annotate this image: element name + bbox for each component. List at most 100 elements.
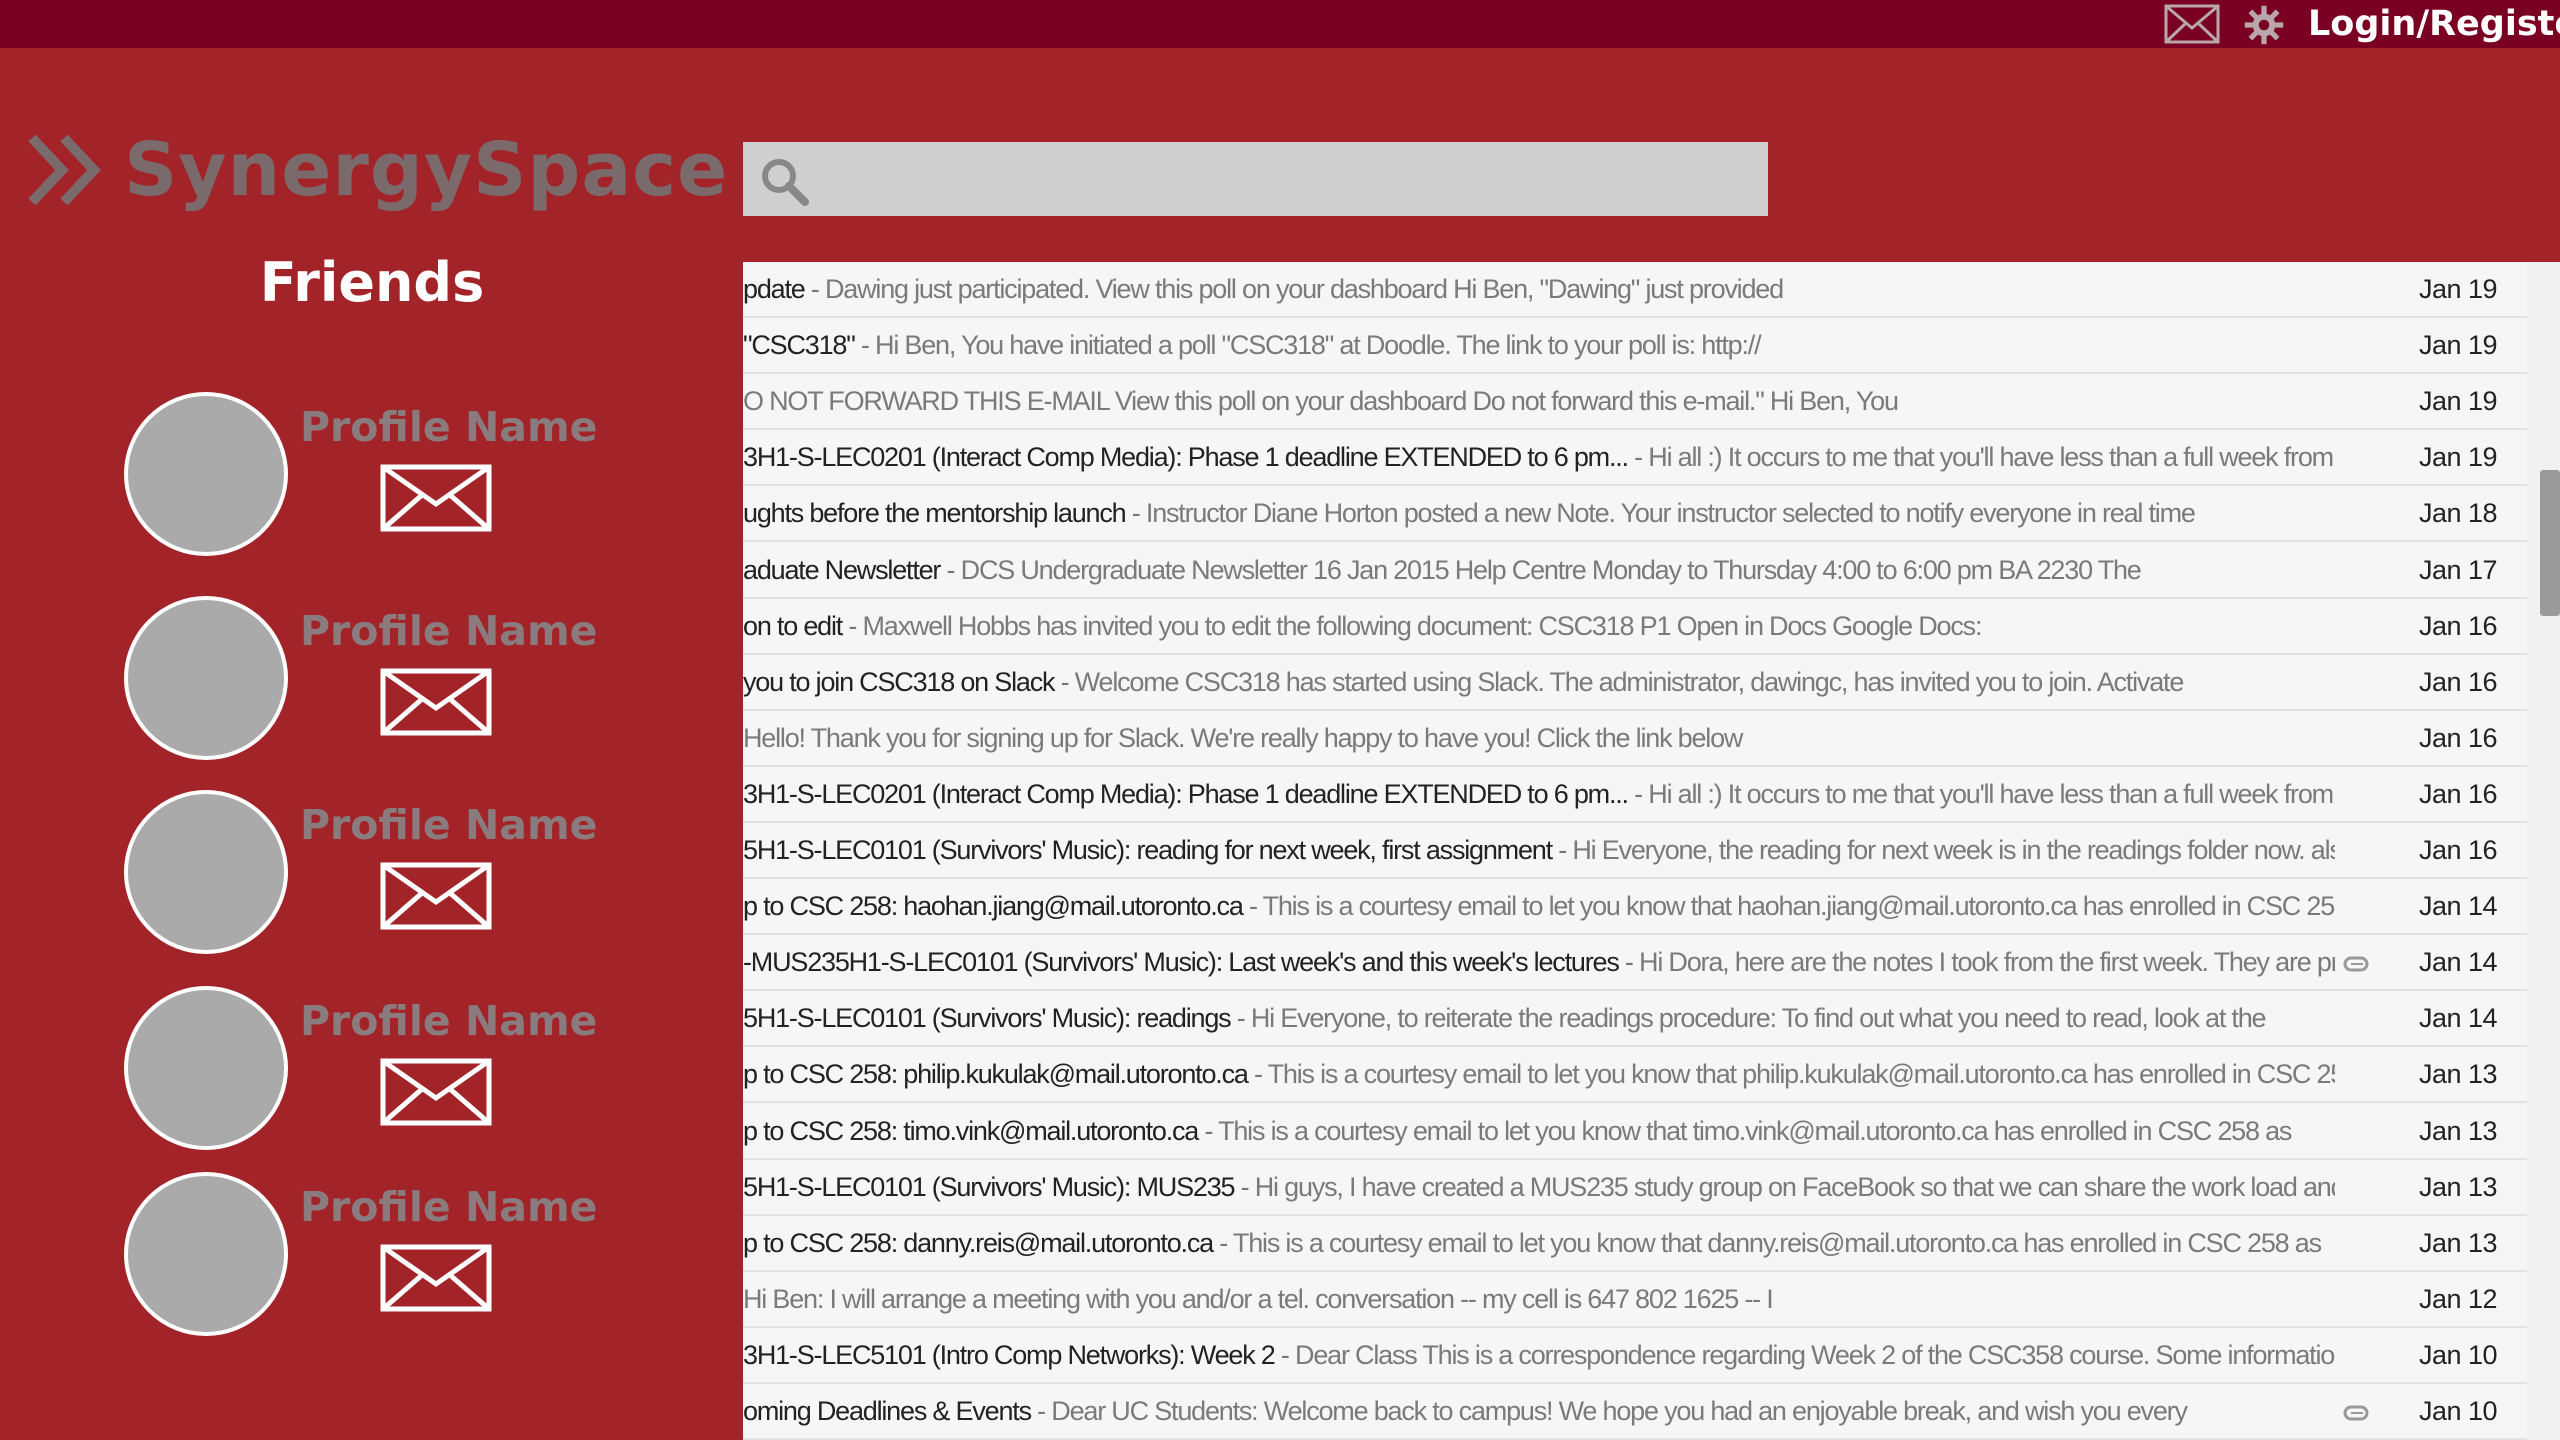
email-snippet: This is a courtesy email to let you know… — [1262, 891, 2335, 921]
avatar[interactable] — [124, 596, 288, 760]
email-snippet: O NOT FORWARD THIS E-MAIL View this poll… — [743, 386, 1899, 416]
email-snippet: Hi Dora, here are the notes I took from … — [1639, 947, 2335, 977]
email-date: Jan 18 — [2419, 498, 2498, 528]
email-row[interactable]: "CSC318" - Hi Ben, You have initiated a … — [743, 318, 2527, 374]
email-subject: 3H1-S-LEC5101 (Intro Comp Networks): Wee… — [743, 1340, 1276, 1370]
email-row[interactable]: O NOT FORWARD THIS E-MAIL View this poll… — [743, 374, 2527, 430]
email-subject: 3H1-S-LEC0201 (Interact Comp Media): Pha… — [743, 442, 1629, 472]
message-icon[interactable] — [380, 464, 492, 532]
email-snippet: Dawing just participated. View this poll… — [824, 274, 1784, 304]
message-icon[interactable] — [380, 862, 492, 930]
email-row[interactable]: oming Deadlines & Events - Dear UC Stude… — [743, 1384, 2527, 1440]
email-row[interactable]: 3H1-S-LEC0201 (Interact Comp Media): Pha… — [743, 767, 2527, 823]
email-date: Jan 10 — [2419, 1396, 2498, 1426]
search-input[interactable] — [827, 142, 1757, 216]
email-snippet: Hi Ben: I will arrange a meeting with yo… — [743, 1284, 1774, 1314]
email-text: "CSC318" - Hi Ben, You have initiated a … — [743, 318, 2335, 372]
profile-name[interactable]: Profile Name — [300, 402, 597, 452]
email-snippet: Dear Class This is a correspondence rega… — [1295, 1340, 2335, 1370]
email-date: Jan 13 — [2419, 1059, 2498, 1089]
email-row[interactable]: ughts before the mentorship launch - Ins… — [743, 486, 2527, 542]
avatar[interactable] — [124, 986, 288, 1150]
email-row[interactable]: Hello! Thank you for signing up for Slac… — [743, 711, 2527, 767]
email-row[interactable]: pdate - Dawing just participated. View t… — [743, 262, 2527, 318]
email-row[interactable]: p to CSC 258: timo.vink@mail.utoronto.ca… — [743, 1104, 2527, 1160]
email-row[interactable]: you to join CSC318 on Slack - Welcome CS… — [743, 655, 2527, 711]
friend-item[interactable]: Profile Name — [0, 596, 744, 766]
email-date: Jan 19 — [2419, 442, 2498, 472]
email-subject: pdate — [743, 274, 806, 304]
subject-separator: - — [1234, 1172, 1255, 1202]
email-snippet: This is a courtesy email to let you know… — [1218, 1116, 2292, 1146]
email-date: Jan 16 — [2419, 723, 2498, 753]
gear-icon[interactable] — [2240, 4, 2288, 46]
email-date: Jan 19 — [2419, 330, 2498, 360]
email-row[interactable]: 5H1-S-LEC0101 (Survivors' Music): readin… — [743, 823, 2527, 879]
email-snippet: Hello! Thank you for signing up for Slac… — [743, 723, 1743, 753]
profile-name[interactable]: Profile Name — [300, 1182, 597, 1232]
friend-item[interactable]: Profile Name — [0, 392, 744, 562]
email-row[interactable]: 5H1-S-LEC0101 (Survivors' Music): readin… — [743, 991, 2527, 1047]
email-row[interactable]: 3H1-S-LEC0201 (Interact Comp Media): Pha… — [743, 430, 2527, 486]
email-row[interactable]: p to CSC 258: danny.reis@mail.utoronto.c… — [743, 1216, 2527, 1272]
profile-name[interactable]: Profile Name — [300, 800, 597, 850]
email-text: pdate - Dawing just participated. View t… — [743, 262, 2335, 316]
subject-separator: - — [1212, 1228, 1233, 1258]
app-logo[interactable]: SynergySpace — [124, 122, 728, 218]
email-row[interactable]: -MUS235H1-S-LEC0101 (Survivors' Music): … — [743, 935, 2527, 991]
profile-name[interactable]: Profile Name — [300, 996, 597, 1046]
search-icon[interactable] — [757, 154, 813, 208]
avatar[interactable] — [124, 392, 288, 556]
profile-name[interactable]: Profile Name — [300, 606, 597, 656]
avatar[interactable] — [124, 1172, 288, 1336]
email-date: Jan 13 — [2419, 1228, 2498, 1258]
email-row[interactable]: 5H1-S-LEC0101 (Survivors' Music): MUS235… — [743, 1160, 2527, 1216]
email-row[interactable]: p to CSC 258: philip.kukulak@mail.utoron… — [743, 1047, 2527, 1103]
email-subject: oming Deadlines & Events — [743, 1396, 1032, 1426]
friend-item[interactable]: Profile Name — [0, 790, 744, 960]
email-subject: you to join CSC318 on Slack — [743, 667, 1055, 697]
subject-separator: - — [1247, 1059, 1268, 1089]
subject-separator: - — [842, 611, 863, 641]
subject-separator: - — [1627, 442, 1649, 472]
email-text: 5H1-S-LEC0101 (Survivors' Music): readin… — [743, 991, 2335, 1045]
email-text: 3H1-S-LEC5101 (Intro Comp Networks): Wee… — [743, 1328, 2335, 1382]
mail-icon[interactable] — [2164, 4, 2220, 44]
message-icon[interactable] — [380, 1058, 492, 1126]
subject-separator: - — [940, 555, 961, 585]
search-bar[interactable] — [743, 142, 1768, 216]
double-chevron-icon — [26, 132, 104, 208]
email-text: p to CSC 258: timo.vink@mail.utoronto.ca… — [743, 1104, 2335, 1158]
email-row[interactable]: aduate Newsletter - DCS Undergraduate Ne… — [743, 543, 2527, 599]
top-bar: Login/Register — [0, 0, 2560, 48]
scrollbar[interactable] — [2540, 470, 2560, 616]
email-snippet: Hi all :) It occurs to me that you'll ha… — [1648, 779, 2335, 809]
email-date: Jan 13 — [2419, 1116, 2498, 1146]
subject-separator: - — [804, 274, 825, 304]
message-icon[interactable] — [380, 1244, 492, 1312]
email-row[interactable]: Hi Ben: I will arrange a meeting with yo… — [743, 1272, 2527, 1328]
email-text: -MUS235H1-S-LEC0101 (Survivors' Music): … — [743, 935, 2335, 989]
email-text: Hello! Thank you for signing up for Slac… — [743, 711, 2335, 765]
email-text: p to CSC 258: philip.kukulak@mail.utoron… — [743, 1047, 2335, 1101]
email-snippet: Hi Ben, You have initiated a poll "CSC31… — [875, 330, 1762, 360]
email-text: oming Deadlines & Events - Dear UC Stude… — [743, 1384, 2335, 1438]
friend-item[interactable]: Profile Name — [0, 986, 744, 1156]
subject-separator: - — [1125, 498, 1146, 528]
email-row[interactable]: on to edit - Maxwell Hobbs has invited y… — [743, 599, 2527, 655]
email-date: Jan 14 — [2419, 891, 2498, 921]
subject-separator: - — [1627, 779, 1649, 809]
email-text: you to join CSC318 on Slack - Welcome CS… — [743, 655, 2335, 709]
email-snippet: Dear UC Students: Welcome back to campus… — [1051, 1396, 2188, 1426]
email-text: on to edit - Maxwell Hobbs has invited y… — [743, 599, 2335, 653]
email-row[interactable]: 3H1-S-LEC5101 (Intro Comp Networks): Wee… — [743, 1328, 2527, 1384]
friend-item[interactable]: Profile Name — [0, 1172, 744, 1342]
email-row[interactable]: p to CSC 258: haohan.jiang@mail.utoronto… — [743, 879, 2527, 935]
message-icon[interactable] — [380, 668, 492, 736]
login-register-link[interactable]: Login/Register — [2308, 2, 2560, 46]
friends-heading: Friends — [259, 251, 485, 314]
avatar[interactable] — [124, 790, 288, 954]
email-subject: on to edit — [743, 611, 843, 641]
email-date: Jan 16 — [2419, 779, 2498, 809]
attachment-icon — [2343, 1404, 2369, 1422]
